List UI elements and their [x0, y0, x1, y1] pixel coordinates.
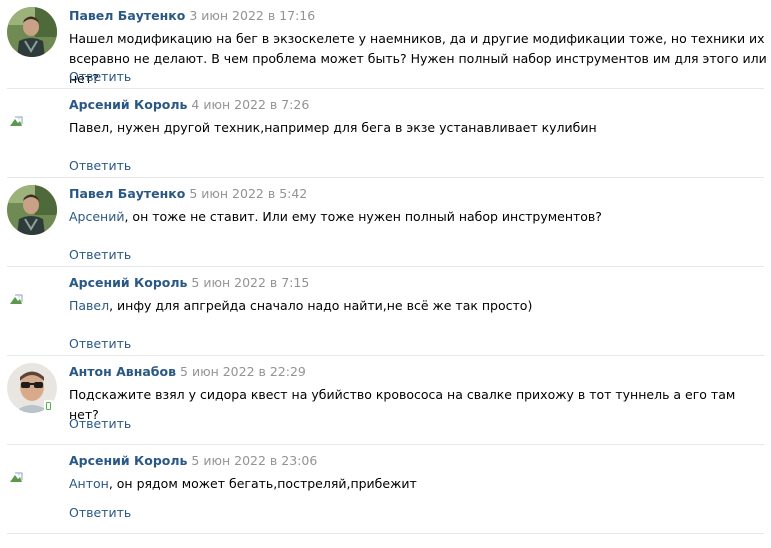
- avatar-photo-icon: [7, 7, 57, 57]
- comment-text-body: , он рядом может бегать,постреляй,прибеж…: [108, 476, 417, 491]
- mention-link[interactable]: Антон: [69, 476, 109, 491]
- comment-item: Арсений Король 4 июн 2022 в 7:26 Павел, н…: [7, 89, 764, 178]
- author-name[interactable]: Арсений Король: [69, 97, 187, 112]
- comment-header: Арсений Король 4 июн 2022 в 7:26: [69, 97, 309, 113]
- comment-date[interactable]: 5 июн 2022 в 5:42: [189, 186, 307, 201]
- reply-button[interactable]: Ответить: [69, 247, 131, 263]
- comment-text-body: , инфу для апгрейда сначало надо найти,н…: [109, 298, 533, 313]
- comment-list: Павел Баутенко 3 июн 2022 в 17:16 Нашел м…: [0, 0, 771, 534]
- comment-date[interactable]: 5 июн 2022 в 22:29: [180, 364, 306, 379]
- author-name[interactable]: Арсений Король: [69, 275, 187, 290]
- comment-header: Павел Баутенко 5 июн 2022 в 5:42: [69, 186, 307, 202]
- reply-button[interactable]: Ответить: [69, 336, 131, 352]
- avatar-photo-icon: [7, 185, 57, 235]
- comment-item: Арсений Король 5 июн 2022 в 7:15 Павел, и…: [7, 267, 764, 356]
- comment-header: Арсений Король 5 июн 2022 в 7:15: [69, 275, 309, 291]
- comment-item: Павел Баутенко 5 июн 2022 в 5:42 Арсений,…: [7, 178, 764, 267]
- author-name[interactable]: Антон Авнабов: [69, 364, 176, 379]
- comment-text: Павел, инфу для апгрейда сначало надо на…: [69, 296, 769, 316]
- author-name[interactable]: Арсений Король: [69, 453, 187, 468]
- broken-image-icon[interactable]: [9, 293, 23, 305]
- comment-item: Арсений Король 5 июн 2022 в 23:06 Антон, …: [7, 445, 764, 534]
- mention-link[interactable]: Арсений: [69, 209, 124, 224]
- reply-button[interactable]: Ответить: [69, 158, 131, 174]
- reply-button[interactable]: Ответить: [69, 505, 131, 521]
- comment-text: Антон, он рядом может бегать,постреляй,п…: [69, 474, 769, 494]
- comment-text: Павел, нужен другой техник,например для …: [69, 120, 597, 135]
- comment-header: Антон Авнабов 5 июн 2022 в 22:29: [69, 364, 306, 380]
- broken-image-icon[interactable]: [9, 115, 23, 127]
- broken-image-icon[interactable]: [9, 471, 23, 483]
- avatar[interactable]: [7, 7, 57, 57]
- comment-date[interactable]: 5 июн 2022 в 7:15: [191, 275, 309, 290]
- comment-text: Подскажите взял у сидора квест на убийст…: [69, 387, 736, 422]
- comment-header: Павел Баутенко 3 июн 2022 в 17:16: [69, 8, 315, 24]
- comment-item: Антон Авнабов 5 июн 2022 в 22:29 Подскажи…: [7, 356, 764, 445]
- online-mobile-icon: [44, 400, 53, 413]
- comment-text: Арсений, он тоже не ставит. Или ему тоже…: [69, 207, 769, 227]
- comment-text-body: , он тоже не ставит. Или ему тоже нужен …: [124, 209, 602, 224]
- comment-item: Павел Баутенко 3 июн 2022 в 17:16 Нашел м…: [7, 0, 767, 89]
- comment-date[interactable]: 3 июн 2022 в 17:16: [189, 8, 315, 23]
- comment-date[interactable]: 4 июн 2022 в 7:26: [191, 97, 309, 112]
- reply-button[interactable]: Ответить: [69, 416, 131, 432]
- comment-header: Арсений Король 5 июн 2022 в 23:06: [69, 453, 317, 469]
- avatar[interactable]: [7, 185, 57, 235]
- comment-text: Нашел модификацию на бег в экзоскелете у…: [69, 31, 767, 86]
- mention-link[interactable]: Павел: [69, 298, 109, 313]
- comment-date[interactable]: 5 июн 2022 в 23:06: [191, 453, 317, 468]
- author-name[interactable]: Павел Баутенко: [69, 8, 185, 23]
- reply-button[interactable]: Ответить: [69, 69, 131, 85]
- author-name[interactable]: Павел Баутенко: [69, 186, 185, 201]
